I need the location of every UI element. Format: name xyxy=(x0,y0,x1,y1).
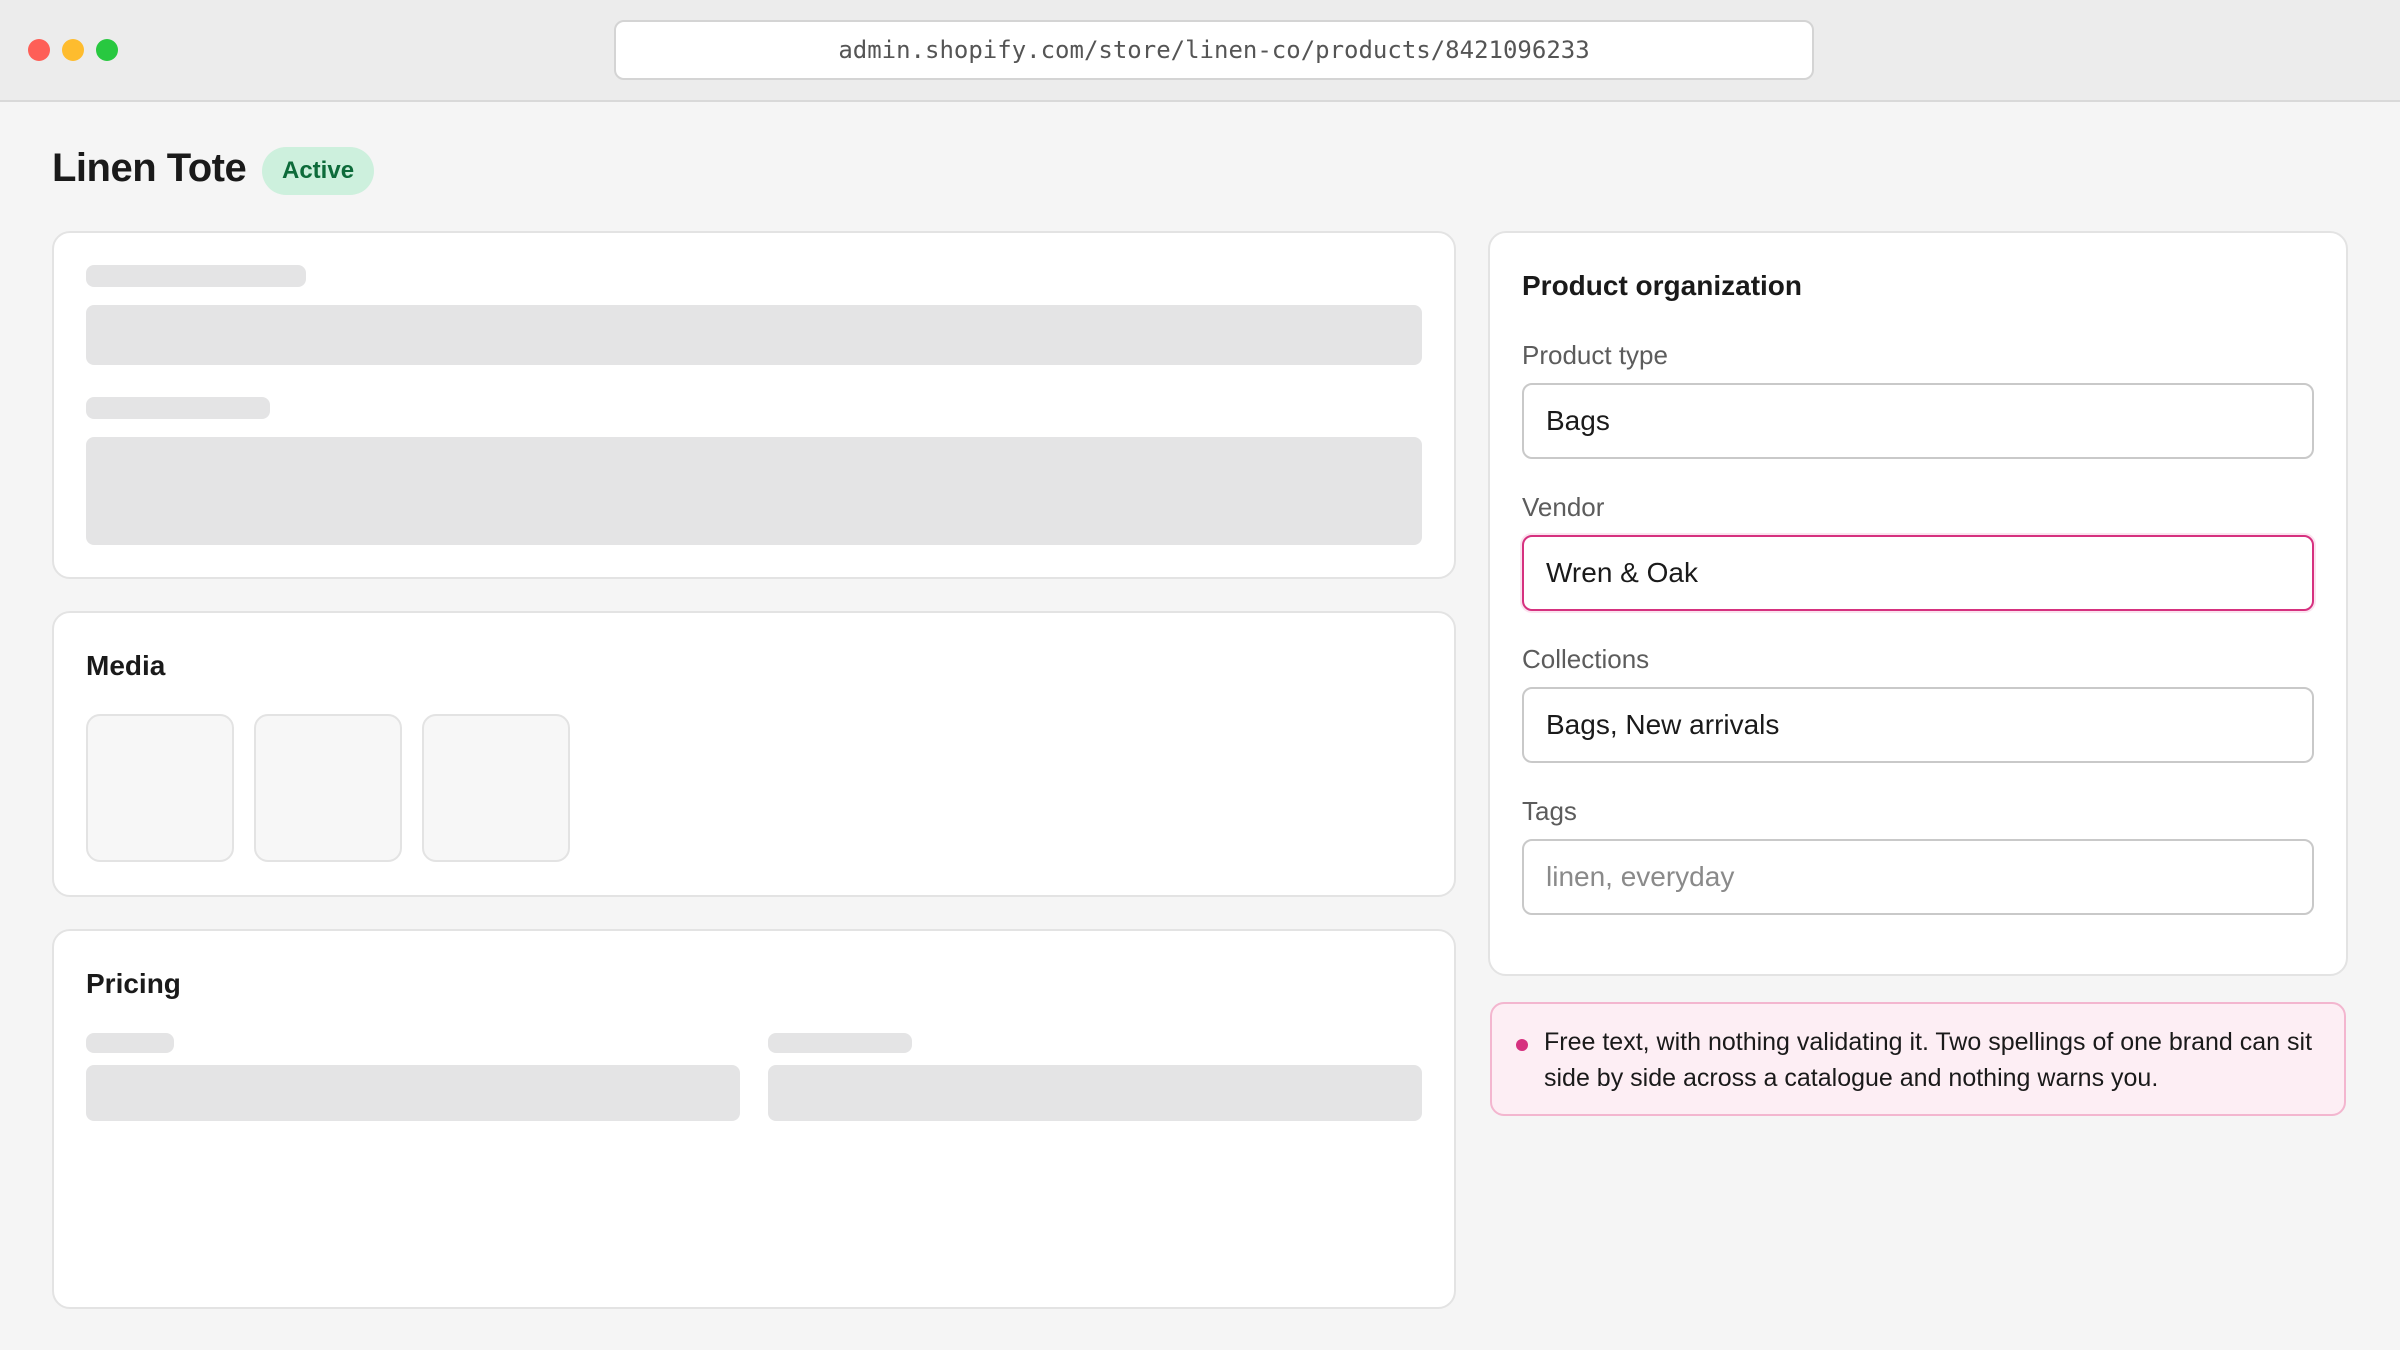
browser-toolbar: admin.shopify.com/store/linen-co/product… xyxy=(0,0,2400,102)
product-type-label: Product type xyxy=(1522,340,1668,370)
skeleton-price-label xyxy=(86,1033,174,1053)
skeleton-compare-price-field xyxy=(768,1065,1422,1121)
collections-label: Collections xyxy=(1522,644,1650,674)
skeleton-title-field xyxy=(86,305,1422,365)
skeleton-description-label xyxy=(86,397,270,419)
pricing-title: Pricing xyxy=(86,968,181,999)
maximize-window-button[interactable] xyxy=(96,39,118,61)
media-thumbnail[interactable] xyxy=(422,714,570,862)
collections-field[interactable] xyxy=(1522,687,2314,763)
skeleton-compare-price-label xyxy=(768,1033,912,1053)
minimize-window-button[interactable] xyxy=(62,39,84,61)
bullet-dot-icon xyxy=(1516,1039,1528,1051)
vendor-warning-note: Free text, with nothing validating it. T… xyxy=(1490,1002,2346,1116)
product-organization-title: Product organization xyxy=(1522,270,1802,301)
skeleton-price-field xyxy=(86,1065,740,1121)
vendor-label: Vendor xyxy=(1522,492,1605,522)
vendor-field[interactable] xyxy=(1522,535,2314,611)
close-window-button[interactable] xyxy=(28,39,50,61)
status-badge: Active xyxy=(262,147,375,195)
media-thumbnail[interactable] xyxy=(86,714,234,862)
skeleton-title-label xyxy=(86,265,306,287)
page-title: Linen Tote xyxy=(52,146,247,190)
media-thumbnail[interactable] xyxy=(254,714,402,862)
vendor-warning-text: Free text, with nothing validating it. T… xyxy=(1544,1028,2313,1092)
tags-field[interactable] xyxy=(1522,839,2314,915)
skeleton-description-field xyxy=(86,437,1422,545)
media-title: Media xyxy=(86,650,166,681)
address-bar[interactable]: admin.shopify.com/store/linen-co/product… xyxy=(614,20,1814,80)
product-type-field[interactable] xyxy=(1522,383,2314,459)
tags-label: Tags xyxy=(1522,796,1577,826)
